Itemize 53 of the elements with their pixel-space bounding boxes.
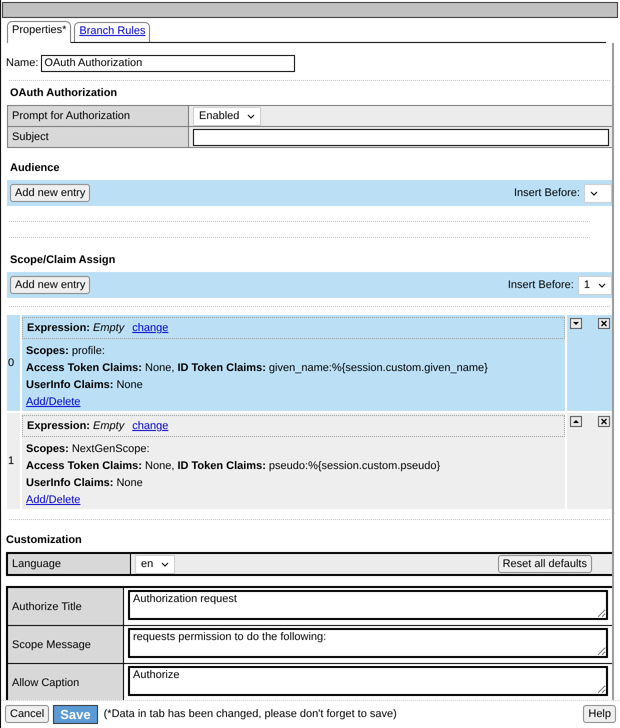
claim-line: Access Token Claims: None, ID Token Claims: pseudo:%{session.custom.pseudo} [26,460,442,472]
entry-index: 0 [8,357,14,369]
language-dropdown[interactable]: en [135,554,176,574]
tab[interactable]: Branch Rules [74,22,150,42]
field-label: Language [7,553,130,575]
prompt-dropdown[interactable]: Enabled [193,106,262,126]
claim-line: UserInfo Claims: None [26,379,144,391]
caret-icon [598,282,606,288]
claim-line: Scopes: NextGenScope: [26,443,151,455]
change-link[interactable]: change [132,322,168,334]
add-entry-button[interactable]: Add new entry [10,276,90,294]
caret-icon [161,562,170,566]
text-area[interactable]: requests permission to do the following: [128,628,608,658]
cancel-button[interactable]: Cancel [5,705,50,723]
reset-defaults-button[interactable]: Reset all defaults [498,555,592,573]
claim-line: UserInfo Claims: None [26,477,144,489]
section-title: Audience [10,162,61,174]
move-up-icon[interactable] [570,416,582,427]
text-area[interactable]: Authorize [128,666,608,696]
field-label: Allow Caption [7,664,124,700]
subject-field[interactable] [193,128,609,146]
help-button[interactable]: Help [583,705,616,723]
add-delete-link[interactable]: Add/Delete [26,494,80,506]
section-title: Customization [6,534,83,546]
scope-entry[interactable]: 1 Expression: Empty change Scopes: NextGenScope: Access Token Claims: None, ID Token Claims: pseudo:%{session.custom.pseudo} UserInfo Claims: None Add/Delete [7,413,612,511]
tab[interactable]: Properties* [7,21,72,43]
field-label: Prompt for Authorization [8,106,188,126]
insert-before-dropdown[interactable]: 1 [578,276,612,294]
close-icon[interactable] [598,416,610,427]
expression-text: Expression: Empty [27,420,124,432]
claim-line: Access Token Claims: None, ID Token Claims: given_name:%{session.custom.given_name} [26,362,489,374]
add-entry-button[interactable]: Add new entry [10,184,90,202]
close-icon[interactable] [598,318,610,329]
name-label: Name: [6,57,38,69]
entry-index: 1 [8,455,14,467]
text-area[interactable]: Authorization request [128,590,608,620]
insert-before-label: Insert Before: [508,279,574,291]
unsaved-note: (*Data in tab has been changed, please don't forget to save) [104,708,397,720]
caret-icon [247,114,256,118]
name-field[interactable]: OAuth Authorization [41,54,296,72]
claim-line: Scopes: profile: [26,345,106,357]
section-title: OAuth Authorization [10,87,118,99]
move-down-icon[interactable] [570,318,582,329]
caret-icon [590,190,598,196]
field-label: Scope Message [7,626,124,664]
add-delete-link[interactable]: Add/Delete [26,396,80,408]
insert-before-label: Insert Before: [514,187,580,199]
field-label: Subject [8,126,188,148]
change-link[interactable]: change [132,420,168,432]
section-title: Scope/Claim Assign [10,254,116,266]
scope-entry[interactable]: 0 Expression: Empty change Scopes: profile: Access Token Claims: None, ID Token Claims: given_name:%{session.custom.given_name} UserInfo Claims: None Add/Delete [7,315,612,413]
field-label: Authorize Title [7,587,124,626]
expression-text: Expression: Empty [27,322,124,334]
